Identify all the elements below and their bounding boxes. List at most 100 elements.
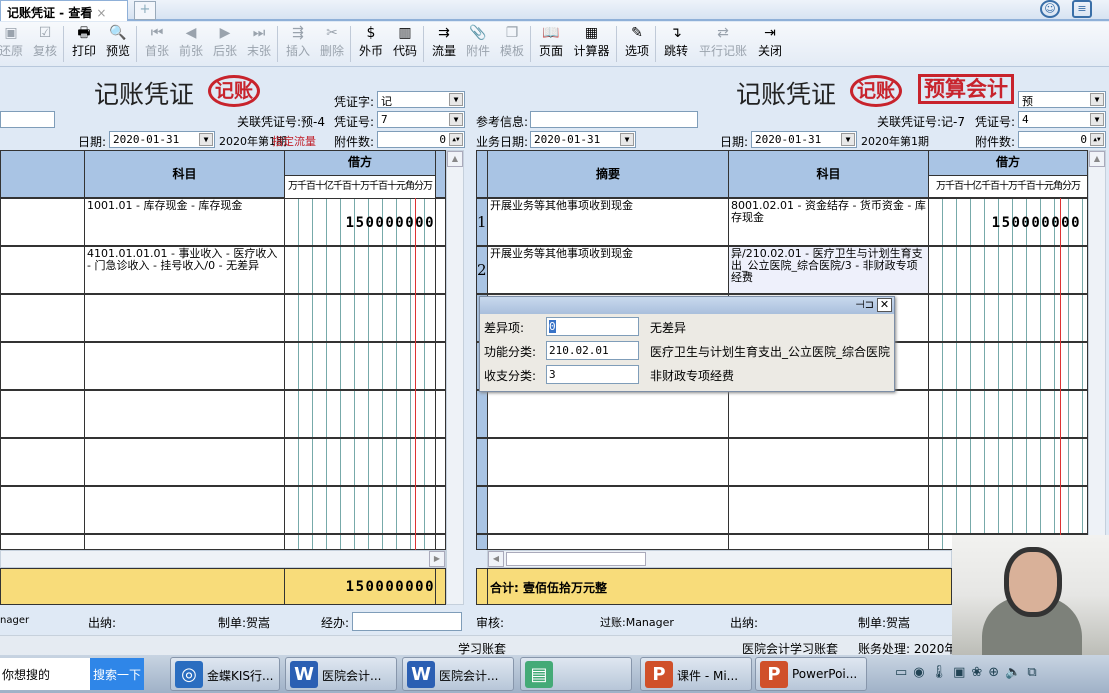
left-summary-cell[interactable] [0,390,85,438]
right-debit-cell[interactable] [928,294,1088,342]
scroll-thumb[interactable] [506,552,646,566]
left-date-picker[interactable]: 2020-01-31 ▼ [109,131,215,148]
right-debit-cell[interactable] [928,342,1088,390]
message-icon[interactable]: ≡ [1072,0,1092,18]
popup-field-input[interactable] [546,317,639,336]
left-summary-cell[interactable] [0,534,85,550]
taskbar-app-button[interactable]: W 医院会计... [285,657,397,691]
chevron-down-icon[interactable]: ▼ [449,93,463,106]
toolbar-calculator-button[interactable]: ▦ 计算器 [568,24,615,59]
left-subject-cell[interactable] [84,486,285,534]
chevron-down-icon[interactable]: ▼ [199,133,213,146]
taskbar-app-button[interactable]: ◎ 金蝶KIS行... [170,657,280,691]
toolbar-first-button[interactable]: ⏮ 首张 [140,24,174,59]
left-summary-cell[interactable] [0,486,85,534]
left-summary-cell[interactable] [0,198,85,246]
chevron-down-icon[interactable]: ▼ [620,133,634,146]
left-vertical-scrollbar[interactable]: ▲ [446,150,464,605]
toolbar-review-button[interactable]: ☑ 复核 [28,24,62,59]
left-summary-cell[interactable] [0,246,85,294]
right-summary-cell[interactable] [487,438,729,486]
left-debit-cell[interactable] [284,294,436,342]
right-horizontal-scrollbar[interactable]: ◀ [487,550,952,568]
toolbar-attachment-button[interactable]: 📎 附件 [461,24,495,59]
left-ref-input[interactable] [0,111,55,128]
toolbar-flow-button[interactable]: ⇉ 流量 [427,24,461,59]
left-voucher-type-select[interactable]: 记 ▼ [377,91,465,108]
left-debit-cell[interactable]: 150000000 [284,198,436,246]
biz-date-picker[interactable]: 2020-01-31 ▼ [530,131,636,148]
taskbar-search-input[interactable]: 你想搜的 [0,658,90,690]
right-subject-cell[interactable]: 异/210.02.01 - 医疗卫生与计划生育支出_公立医院_综合医院/3 - … [728,246,929,294]
toolbar-options-button[interactable]: ✎ 选项 [620,24,654,59]
left-horizontal-scrollbar[interactable]: ▶ [0,550,446,568]
left-subject-cell[interactable] [84,438,285,486]
taskbar-app-button[interactable]: P PowerPoi... [755,657,867,691]
tab-voucher-view[interactable]: 记账凭证 - 查看 × [0,0,128,21]
left-debit-cell[interactable] [284,342,436,390]
toolbar-page-button[interactable]: 📖 页面 [534,24,568,59]
left-subject-cell[interactable]: 4101.01.01.01 - 事业收入 - 医疗收入 - 门急诊收入 - 挂号… [84,246,285,294]
right-number-select[interactable]: 4 ▼ [1018,111,1106,128]
toolbar-preview-button[interactable]: 🔍 预览 [101,24,135,59]
right-subject-cell[interactable] [728,390,929,438]
left-number-select[interactable]: 7 ▼ [377,111,465,128]
specify-flow-link[interactable]: 指定流量 [272,133,316,149]
taskbar-app-button[interactable]: P 课件 - Mi... [640,657,752,691]
close-tab-icon[interactable]: × [96,6,106,20]
right-debit-cell[interactable] [928,486,1088,534]
smiley-icon[interactable]: ☺ [1040,0,1060,18]
pin-icon[interactable]: ⊣⊐ [855,298,874,311]
left-debit-cell[interactable] [284,246,436,294]
right-subject-cell[interactable]: 8001.02.01 - 资金结存 - 货币资金 - 库存现金 [728,198,929,246]
popup-titlebar[interactable]: ⊣⊐ ✕ [480,297,894,314]
toolbar-printer-button[interactable]: 🖶 打印 [67,24,101,59]
left-subject-cell[interactable] [84,390,285,438]
close-icon[interactable]: ✕ [877,298,892,312]
chevron-down-icon[interactable]: ▼ [1090,93,1104,106]
left-summary-cell[interactable] [0,294,85,342]
system-tray[interactable]: ▭◉🌡▣❀⊕🔈⧉ [895,665,1043,680]
toolbar-prev-button[interactable]: ◀ 前张 [174,24,208,59]
right-summary-cell[interactable] [487,486,729,534]
right-debit-cell[interactable] [928,246,1088,294]
left-subject-cell[interactable]: 1001.01 - 库存现金 - 库存现金 [84,198,285,246]
chevron-down-icon[interactable]: ▼ [449,113,463,126]
right-debit-cell[interactable]: 150000000 [928,198,1088,246]
popup-field-input[interactable] [546,365,639,384]
left-debit-cell[interactable] [284,438,436,486]
taskbar-app-button[interactable]: W 医院会计... [402,657,514,691]
left-debit-cell[interactable] [284,534,436,550]
handler-input[interactable] [352,612,462,631]
scroll-up-icon[interactable]: ▲ [1089,151,1105,167]
right-voucher-type-select[interactable]: 预 ▼ [1018,91,1106,108]
left-summary-cell[interactable] [0,438,85,486]
toolbar-template-button[interactable]: ❐ 模板 [495,24,529,59]
right-summary-cell[interactable] [487,390,729,438]
new-tab-button[interactable]: + [134,1,156,20]
left-subject-cell[interactable] [84,534,285,550]
ref-info-input[interactable] [530,111,698,128]
scroll-left-icon[interactable]: ◀ [488,551,504,567]
left-debit-cell[interactable] [284,390,436,438]
toolbar-insert-button[interactable]: ⇶ 插入 [281,24,315,59]
toolbar-next-button[interactable]: ▶ 后张 [208,24,242,59]
right-attach-spinner[interactable]: 0 ▲▼ [1018,131,1106,148]
right-subject-cell[interactable] [728,486,929,534]
left-subject-cell[interactable] [84,294,285,342]
taskbar-search-button[interactable]: 搜索一下 [90,658,144,690]
toolbar-currency-button[interactable]: $ 外币 [354,24,388,59]
right-summary-cell[interactable]: 开展业务等其他事项收到现金 [487,198,729,246]
right-subject-cell[interactable] [728,534,929,550]
right-vertical-scrollbar[interactable]: ▲ [1088,150,1106,550]
toolbar-jump-button[interactable]: ↴ 跳转 [659,24,693,59]
right-summary-cell[interactable] [487,534,729,550]
right-debit-cell[interactable] [928,438,1088,486]
left-subject-cell[interactable] [84,342,285,390]
right-summary-cell[interactable]: 开展业务等其他事项收到现金 [487,246,729,294]
left-summary-cell[interactable] [0,342,85,390]
toolbar-delete-button[interactable]: ✂ 删除 [315,24,349,59]
toolbar-last-button[interactable]: ⏭ 末张 [242,24,276,59]
scroll-right-icon[interactable]: ▶ [429,551,445,567]
right-debit-cell[interactable] [928,390,1088,438]
